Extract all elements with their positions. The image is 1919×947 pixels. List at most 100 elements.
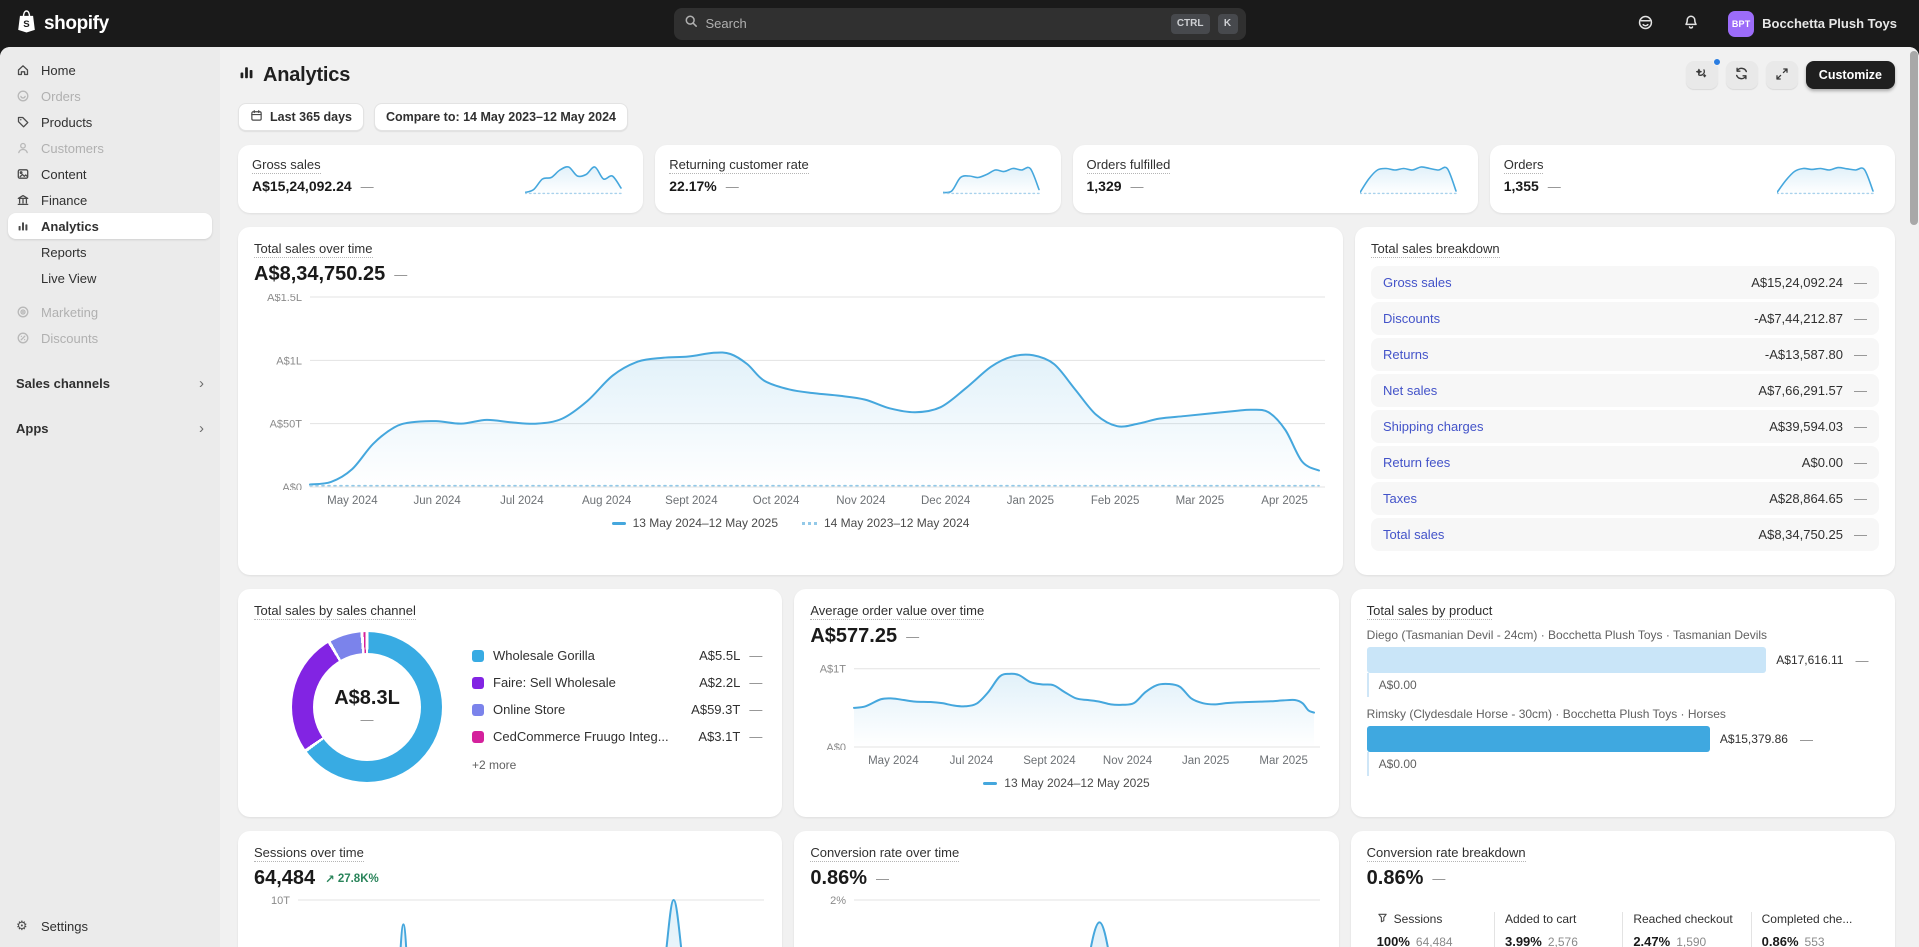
search-input[interactable] <box>706 16 1163 31</box>
sidebar-item-settings[interactable]: ⚙ Settings <box>8 913 212 939</box>
breakdown-link[interactable]: Discounts <box>1383 311 1754 326</box>
discount-icon <box>16 331 31 345</box>
sidebar-item-marketing[interactable]: Marketing <box>8 299 212 325</box>
sidebar-item-live-view[interactable]: Live View <box>8 265 212 291</box>
sidebar-item-content[interactable]: Content <box>8 161 212 187</box>
channel-donut-chart: A$8.3L — <box>292 632 442 782</box>
legend-previous-period[interactable]: 14 May 2023–12 May 2024 <box>802 516 969 530</box>
shopify-logo[interactable]: S shopify <box>16 10 109 38</box>
page-scrollbar[interactable] <box>1910 51 1918 225</box>
breakdown-link[interactable]: Gross sales <box>1383 275 1751 290</box>
legend-current-period[interactable]: 13 May 2024–12 May 2025 <box>983 776 1149 790</box>
sidebar-item-reports[interactable]: Reports <box>8 239 212 265</box>
sidebar-item-customers[interactable]: Customers <box>8 135 212 161</box>
customize-button[interactable]: Customize <box>1806 61 1895 89</box>
no-change-indicator: — <box>361 712 374 727</box>
kpi-card-orders-fulfilled[interactable]: Orders fulfilled 1,329— <box>1073 145 1478 213</box>
page-title: Analytics <box>238 64 350 87</box>
average-order-value-card: Average order value over time A$577.25— … <box>794 589 1338 817</box>
svg-text:A$1.5L: A$1.5L <box>267 294 302 304</box>
date-range-button[interactable]: Last 365 days <box>238 103 364 131</box>
breakdown-link[interactable]: Shipping charges <box>1383 419 1769 434</box>
breakdown-row: TaxesA$28,864.65— <box>1371 482 1879 515</box>
sidebar-item-products[interactable]: Products <box>8 109 212 135</box>
no-change-indicator: — <box>1843 347 1867 362</box>
show-more-channels-link[interactable]: +2 more <box>472 758 762 772</box>
breakdown-row: Returns-A$13,587.80— <box>1371 338 1879 371</box>
x-axis-labels: May 2024Jun 2024Jul 2024Aug 2024Sept 202… <box>310 495 1327 507</box>
solid-line-swatch <box>612 522 626 525</box>
channel-legend-row[interactable]: CedCommerce Fruugo Integ...A$3.1T— <box>472 723 762 750</box>
chevron-right-icon: › <box>199 420 204 437</box>
sidebar-item-finance[interactable]: Finance <box>8 187 212 213</box>
no-change-indicator: — <box>1843 491 1867 506</box>
breakdown-link[interactable]: Net sales <box>1383 383 1758 398</box>
global-search[interactable]: CTRL K <box>674 8 1246 40</box>
channel-legend-row[interactable]: Online StoreA$59.3T— <box>472 696 762 723</box>
store-menu[interactable]: BPT Bocchetta Plush Toys <box>1722 8 1903 40</box>
sidebar-section-sales-channels[interactable]: Sales channels › <box>8 370 212 396</box>
breakdown-link[interactable]: Taxes <box>1383 491 1769 506</box>
no-change-indicator: — <box>876 871 889 886</box>
fullscreen-button[interactable] <box>1766 61 1798 89</box>
total-sales-over-time-card: Total sales over time A$8,34,750.25— A$1… <box>238 227 1343 575</box>
orders-fulfilled-sparkline <box>1360 161 1464 197</box>
x-axis-labels: May 2024Jul 2024Sept 2024Nov 2024Jan 202… <box>854 755 1322 767</box>
no-change-indicator: — <box>1843 455 1867 470</box>
no-change-indicator: — <box>740 648 762 663</box>
no-change-indicator: — <box>726 179 739 194</box>
chevron-right-icon: › <box>199 375 204 392</box>
arrow-up-right-icon: ↗ <box>325 872 335 886</box>
no-change-indicator: — <box>394 267 407 282</box>
nav-divider-gap <box>8 291 212 299</box>
kpi-card-orders[interactable]: Orders 1,355— <box>1490 145 1895 213</box>
sidebar-item-analytics[interactable]: Analytics <box>8 213 212 239</box>
solid-line-swatch <box>983 782 997 785</box>
brand-wordmark: shopify <box>44 13 109 35</box>
conversion-chart: 2% <box>810 896 1322 947</box>
expand-icon <box>1775 67 1789 84</box>
sidebar: Home Orders Products Customers Content F… <box>0 47 220 947</box>
total-sales-breakdown-card: Total sales breakdown Gross salesA$15,24… <box>1355 227 1895 575</box>
sidekick-button[interactable] <box>1630 9 1660 39</box>
magic-insights-button[interactable] <box>1686 61 1718 89</box>
sparkle-icon <box>1694 66 1709 84</box>
breakdown-link[interactable]: Returns <box>1383 347 1765 362</box>
conversion-breakdown-card: Conversion rate breakdown 0.86%— Session… <box>1351 831 1895 947</box>
kpi-card-gross-sales[interactable]: Gross sales A$15,24,092.24— <box>238 145 643 213</box>
ctrl-key-badge: CTRL <box>1171 14 1210 34</box>
sidebar-item-discounts[interactable]: Discounts <box>8 325 212 351</box>
conversion-rate-card: Conversion rate over time 0.86%— 2% <box>794 831 1338 947</box>
total-sales-chart: A$1.5LA$1LA$50TA$0 <box>254 294 1327 490</box>
svg-text:10T: 10T <box>271 896 290 907</box>
tag-icon <box>16 115 31 129</box>
no-change-indicator: — <box>1843 419 1867 434</box>
channel-legend-row[interactable]: Faire: Sell WholesaleA$2.2L— <box>472 669 762 696</box>
no-change-indicator: — <box>1855 653 1868 668</box>
svg-text:A$0: A$0 <box>827 742 847 750</box>
sidebar-section-apps[interactable]: Apps › <box>8 415 212 441</box>
no-change-indicator: — <box>906 629 919 644</box>
app-frame: Home Orders Products Customers Content F… <box>0 47 1919 947</box>
product-bar <box>1367 726 1710 752</box>
funnel-step-completed-checkout: Completed che... 0.86%553 <box>1751 912 1879 947</box>
no-change-indicator: — <box>740 702 762 717</box>
compare-range-button[interactable]: Compare to: 14 May 2023–12 May 2024 <box>374 103 628 131</box>
notifications-button[interactable] <box>1676 9 1706 39</box>
refresh-button[interactable] <box>1726 61 1758 89</box>
breakdown-link[interactable]: Return fees <box>1383 455 1802 470</box>
legend-current-period[interactable]: 13 May 2024–12 May 2025 <box>612 516 778 530</box>
sidebar-item-home[interactable]: Home <box>8 57 212 83</box>
topbar: S shopify CTRL K <box>0 0 1919 47</box>
channel-legend-row[interactable]: Wholesale GorillaA$5.5L— <box>472 642 762 669</box>
kpi-card-returning-rate[interactable]: Returning customer rate 22.17%— <box>655 145 1060 213</box>
no-change-indicator: — <box>1131 179 1144 194</box>
sales-by-product-card: Total sales by product Diego (Tasmanian … <box>1351 589 1895 817</box>
breakdown-link[interactable]: Total sales <box>1383 527 1758 542</box>
breakdown-row: Shipping chargesA$39,594.03— <box>1371 410 1879 443</box>
funnel-step-sessions: Sessions 100%64,484 <box>1367 912 1494 947</box>
funnel-step-reached-checkout: Reached checkout 2.47%1,590 <box>1622 912 1750 947</box>
store-avatar: BPT <box>1728 11 1754 37</box>
sidebar-item-orders[interactable]: Orders <box>8 83 212 109</box>
page-header: Analytics <box>238 59 1895 91</box>
